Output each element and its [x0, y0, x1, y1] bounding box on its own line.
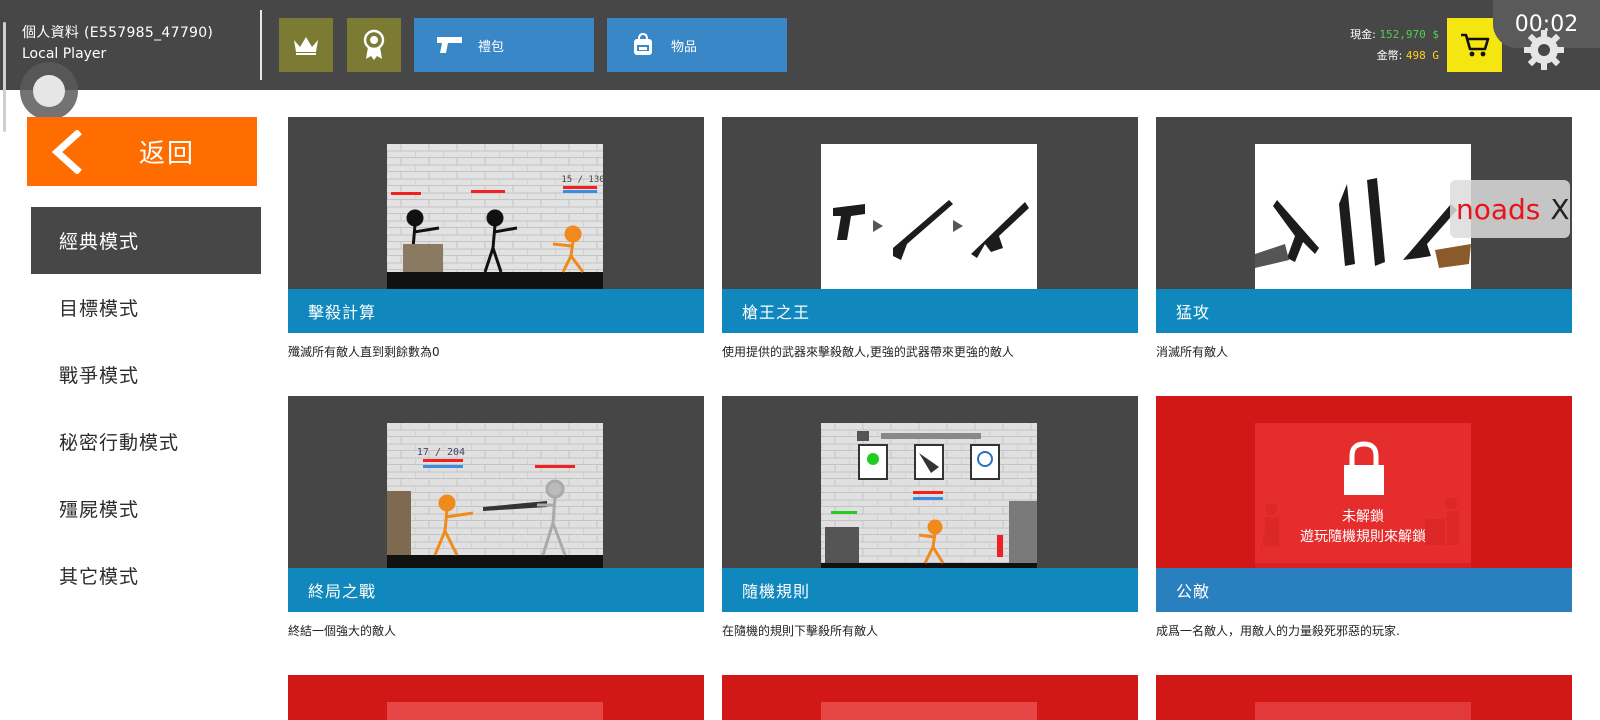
- locked-overlay: 未解鎖 遊玩隨機規則來解鎖: [1255, 423, 1471, 570]
- boss-counter-text: 17 / 204: [417, 447, 465, 458]
- top-bar: 個人資料 (E557985_47790) Local Player 禮包 物品 …: [0, 0, 1600, 90]
- profile-button[interactable]: 個人資料 (E557985_47790) Local Player: [22, 22, 213, 62]
- mode-list: 經典模式 目標模式 戰爭模式 秘密行動模式 殭屍模式 其它模式: [31, 207, 261, 609]
- items-label: 物品: [671, 39, 698, 55]
- back-label: 返回: [139, 139, 196, 169]
- card-banner: 槍王之王: [722, 117, 1138, 333]
- mode-card-onslaught[interactable]: 猛攻 消滅所有敵人: [1156, 117, 1572, 363]
- noads-badge[interactable]: noads X: [1450, 180, 1570, 238]
- cart-icon: [1460, 33, 1489, 57]
- weapon-pack-button[interactable]: 禮包: [414, 18, 594, 72]
- unlock-hint-text: 遊玩隨機規則來解鎖: [1300, 529, 1426, 545]
- mode-card-gun-king[interactable]: 槍王之王 使用提供的武器來擊殺敵人,更強的武器帶來更強的敵人: [722, 117, 1138, 363]
- mode-item-covert-ops[interactable]: 秘密行動模式: [31, 408, 261, 475]
- mode-card-random-rules[interactable]: 隨機規則 在隨機的規則下擊殺所有敵人: [722, 396, 1138, 642]
- card-thumbnail: [1255, 702, 1471, 720]
- backpack-icon: [629, 33, 657, 57]
- floating-assist-ball[interactable]: [20, 62, 78, 120]
- card-thumbnail: 17 / 204: [387, 423, 603, 583]
- award-ribbon-icon: [363, 29, 385, 60]
- profile-name: 個人資料 (E557985_47790): [22, 25, 214, 41]
- mode-item-war[interactable]: 戰爭模式: [31, 341, 261, 408]
- card-thumbnail: [821, 144, 1037, 304]
- card-thumbnail: [1255, 144, 1471, 304]
- card-title: 隨機規則: [722, 568, 1138, 612]
- card-banner: 隨機規則: [722, 396, 1138, 612]
- cash-label: 現金:: [1350, 28, 1376, 41]
- top-divider: [260, 10, 262, 80]
- mode-card-public-enemy[interactable]: 未解鎖 遊玩隨機規則來解鎖 公敵 成爲一名敵人，用敵人的力量殺死邪惡的玩家.: [1156, 396, 1572, 642]
- card-banner: 未解鎖 遊玩隨機規則來解鎖 公敵: [1156, 396, 1572, 612]
- card-description: 終結一個強大的敵人: [288, 624, 397, 638]
- mode-card-partial[interactable]: [1156, 675, 1572, 720]
- mode-card-kill-count[interactable]: 15 / 130 擊殺計算 殲滅所有敵人直到剩餘數為0: [288, 117, 704, 363]
- card-title: 槍王之王: [722, 289, 1138, 333]
- currency-display: 現金: 152,970 $ 金幣: 498 G: [1350, 24, 1439, 66]
- chevron-left-icon: [51, 129, 82, 174]
- card-description: 消滅所有敵人: [1156, 345, 1229, 359]
- mode-card-endgame[interactable]: 17 / 204 終局之戰 終結一個強大的敵人: [288, 396, 704, 642]
- cash-row: 現金: 152,970 $: [1350, 24, 1439, 45]
- settings-gear-icon[interactable]: [1522, 28, 1566, 72]
- card-description: 殲滅所有敵人直到剩餘數為0: [288, 345, 440, 359]
- noads-close-button[interactable]: X: [1550, 193, 1569, 226]
- card-thumbnail: 15 / 130: [387, 144, 603, 304]
- noads-label: noads: [1456, 192, 1541, 226]
- card-title: 擊殺計算: [288, 289, 704, 333]
- lock-icon: [1344, 441, 1384, 495]
- floating-assist-ball-core: [33, 75, 65, 107]
- mode-item-objective[interactable]: 目標模式: [31, 274, 261, 341]
- gold-label: 金幣:: [1376, 49, 1403, 62]
- card-description: 使用提供的武器來擊殺敵人,更強的武器帶來更強的敵人: [722, 345, 1014, 359]
- mode-card-partial[interactable]: [288, 675, 704, 720]
- pistol-icon: [436, 33, 464, 57]
- card-banner: 15 / 130 擊殺計算: [288, 117, 704, 333]
- card-title: 終局之戰: [288, 568, 704, 612]
- items-button[interactable]: 物品: [607, 18, 787, 72]
- card-thumbnail: [821, 702, 1037, 720]
- gold-row: 金幣: 498 G: [1350, 45, 1439, 66]
- gold-value: 498 G: [1405, 49, 1439, 62]
- profile-subtitle: Local Player: [22, 46, 107, 62]
- back-button[interactable]: 返回: [27, 117, 257, 186]
- card-description: 成爲一名敵人，用敵人的力量殺死邪惡的玩家.: [1156, 624, 1400, 638]
- card-title: 公敵: [1156, 568, 1572, 612]
- mode-item-other[interactable]: 其它模式: [31, 542, 261, 609]
- edge-handle[interactable]: [3, 22, 6, 132]
- kill-counter-text: 15 / 130: [561, 175, 603, 185]
- card-thumbnail: [821, 423, 1037, 583]
- crown-icon: [294, 37, 318, 55]
- achievements-button[interactable]: [347, 18, 401, 72]
- mode-item-zombie[interactable]: 殭屍模式: [31, 475, 261, 542]
- card-title: 猛攻: [1156, 289, 1572, 333]
- card-description: 在隨機的規則下擊殺所有敵人: [722, 624, 879, 638]
- mode-item-classic[interactable]: 經典模式: [31, 207, 261, 274]
- card-thumbnail: [387, 702, 603, 720]
- mode-card-partial[interactable]: [722, 675, 1138, 720]
- card-banner: 17 / 204 終局之戰: [288, 396, 704, 612]
- cash-value: 152,970 $: [1379, 28, 1439, 41]
- locked-status-text: 未解鎖: [1342, 509, 1384, 525]
- weapon-pack-label: 禮包: [478, 39, 505, 55]
- leaderboard-button[interactable]: [279, 18, 333, 72]
